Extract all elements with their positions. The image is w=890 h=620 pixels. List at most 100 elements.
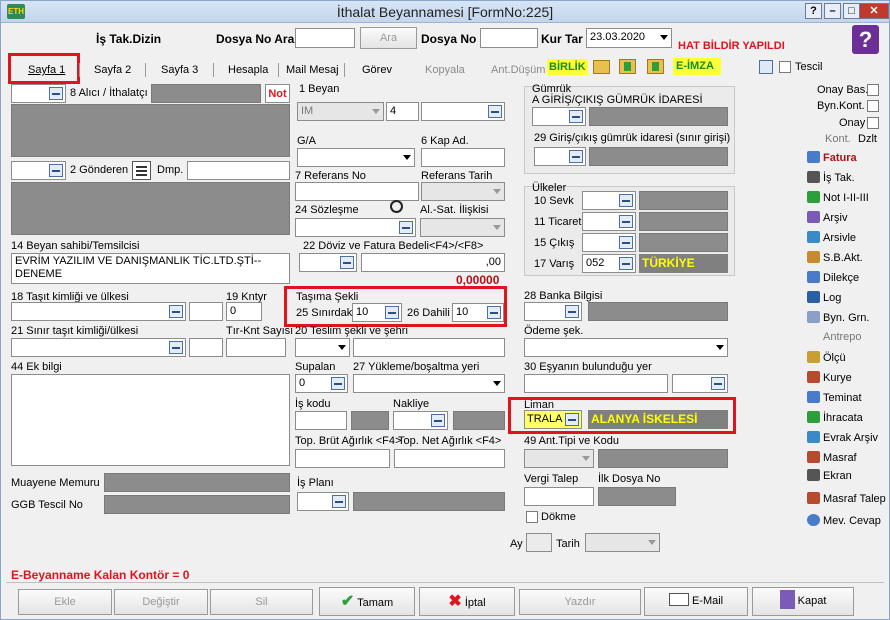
ekle-button[interactable]: Ekle [18, 589, 112, 615]
help-question-icon[interactable]: ? [852, 25, 879, 54]
beyan-type-select[interactable]: IM [297, 102, 384, 121]
dahili-input[interactable]: 10 [452, 303, 504, 322]
sidebar-masraf-talep[interactable]: Masraf Talep [807, 492, 886, 505]
ay-input[interactable] [526, 533, 552, 552]
giris-cikis-sinir-input[interactable] [534, 147, 586, 166]
nakliye-input[interactable] [393, 411, 448, 430]
dokme-checkbox[interactable] [526, 511, 538, 523]
giris-cikis-input[interactable] [532, 107, 586, 126]
onay-checkbox[interactable] [867, 117, 879, 129]
teslim-sehir-input[interactable] [353, 338, 505, 357]
al-sat-select[interactable] [420, 218, 505, 237]
ara-button[interactable]: Ara [360, 27, 417, 49]
kntyr-input[interactable]: 0 [226, 302, 262, 321]
dosya-no-input[interactable] [480, 28, 538, 48]
ticaret-input[interactable] [582, 212, 636, 231]
tab-sayfa-3[interactable]: Sayfa 3 [161, 61, 198, 79]
sinir-tasit-input[interactable] [11, 338, 186, 357]
close-icon[interactable]: ✕ [859, 3, 889, 19]
not-badge[interactable]: Not [265, 84, 290, 103]
brut-input[interactable] [295, 449, 390, 468]
search-icon[interactable] [759, 60, 773, 74]
tab-sayfa-1[interactable]: Sayfa 1 [28, 61, 65, 79]
ant-tipi-select[interactable] [524, 449, 594, 468]
sidebar-mev-cevap[interactable]: Mev. Cevap [807, 514, 881, 527]
help-icon[interactable]: ? [805, 3, 822, 19]
tab-hesapla[interactable]: Hesapla [228, 61, 268, 79]
list-icon[interactable] [132, 161, 151, 180]
sidebar-arsivle[interactable]: Arsivle [807, 231, 856, 244]
doviz-code-input[interactable] [299, 253, 357, 272]
sidebar-fatura[interactable]: Fatura [807, 151, 857, 164]
supalan-input[interactable]: 0 [295, 374, 348, 393]
kapat-button[interactable]: Kapat [752, 587, 854, 616]
tescil-checkbox[interactable] [779, 61, 791, 73]
esya-yeri-code-input[interactable] [672, 374, 728, 393]
teslim-select[interactable] [295, 338, 350, 357]
sidebar-not[interactable]: Not I-II-III [807, 191, 869, 204]
tab-kopyala[interactable]: Kopyala [425, 61, 465, 79]
tir-knt-input[interactable] [226, 338, 286, 357]
doviz-amount-input[interactable]: ,00 [361, 253, 505, 272]
tarih-select[interactable] [585, 533, 660, 552]
beyan-sahibi-value[interactable]: EVRİM YAZILIM VE DANIŞMANLIK TİC.LTD.ŞTİ… [11, 253, 290, 284]
kur-tar-select[interactable]: 23.03.2020 [586, 28, 672, 48]
net-input[interactable] [394, 449, 505, 468]
alici-code-input[interactable] [11, 84, 66, 103]
sidebar-ihracata[interactable]: İhracata [807, 411, 863, 424]
varis-input[interactable]: 052 [582, 254, 636, 273]
cikis-input[interactable] [582, 233, 636, 252]
folder-open-icon[interactable] [593, 60, 610, 74]
sidebar-is-tak[interactable]: İş Tak. [807, 171, 855, 184]
byn-kont-checkbox[interactable] [867, 100, 879, 112]
referans-no-input[interactable] [295, 182, 419, 201]
referans-tarih-select[interactable] [421, 182, 505, 201]
ga-select[interactable] [297, 148, 415, 167]
yukleme-select[interactable] [353, 374, 505, 393]
beyan-num-input[interactable]: 4 [386, 102, 419, 121]
esya-yeri-input[interactable] [524, 374, 668, 393]
sozlesme-input[interactable] [295, 218, 416, 237]
sinir-tasit-ulke-input[interactable] [189, 338, 223, 357]
sidebar-ekran[interactable]: Ekran [807, 469, 852, 482]
sidebar-kurye[interactable]: Kurye [807, 371, 852, 384]
birlik-badge[interactable]: BİRLİK [547, 59, 588, 75]
minimize-icon[interactable]: – [824, 3, 841, 19]
folder-export-icon[interactable] [647, 59, 664, 74]
sidebar-dilekce[interactable]: Dilekçe [807, 271, 859, 284]
tasit-ulke-input[interactable] [189, 302, 223, 321]
sidebar-byn-grn[interactable]: Byn. Grn. [807, 311, 869, 324]
dmp-input[interactable] [187, 161, 290, 180]
e-imza-badge[interactable]: E-İMZA [673, 58, 721, 75]
tab-sayfa-2[interactable]: Sayfa 2 [94, 61, 131, 79]
tasit-kimligi-input[interactable] [11, 302, 186, 321]
dosya-no-ara-input[interactable] [295, 28, 355, 48]
tab-mail-mesaj[interactable]: Mail Mesaj [286, 61, 339, 79]
is-plani-input[interactable] [297, 492, 349, 511]
vergi-talep-input[interactable] [524, 487, 594, 506]
kap-ad-input[interactable] [421, 148, 505, 167]
folder-up-icon[interactable] [619, 59, 636, 74]
sinirdaki-input[interactable]: 10 [352, 303, 402, 322]
sidebar-olcu[interactable]: Ölçü [807, 351, 846, 364]
sidebar-masraf[interactable]: Masraf [807, 451, 857, 464]
yazdir-button[interactable]: Yazdır [519, 589, 641, 615]
is-kodu-input[interactable] [295, 411, 347, 430]
odeme-select[interactable] [524, 338, 728, 357]
sidebar-log[interactable]: Log [807, 291, 841, 304]
beyan-code-input[interactable] [421, 102, 505, 121]
degistir-button[interactable]: Değiştir [114, 589, 208, 615]
gonderen-code-input[interactable] [11, 161, 66, 180]
sidebar-teminat[interactable]: Teminat [807, 391, 862, 404]
iptal-button[interactable]: ✖ İptal [419, 587, 515, 616]
maximize-icon[interactable]: □ [843, 3, 860, 19]
sidebar-arsiv[interactable]: Arşiv [807, 211, 847, 224]
onay-bas-checkbox[interactable] [867, 84, 879, 96]
zoom-icon[interactable] [390, 200, 403, 213]
email-button[interactable]: E-Mail [644, 587, 748, 616]
tab-ant-dusum[interactable]: Ant.Düşüm [491, 61, 545, 79]
banka-input[interactable] [524, 302, 582, 321]
ek-bilgi-textarea[interactable] [11, 374, 290, 466]
tab-gorev[interactable]: Görev [362, 61, 392, 79]
sidebar-evrak-arsiv[interactable]: Evrak Arşiv [807, 431, 878, 444]
